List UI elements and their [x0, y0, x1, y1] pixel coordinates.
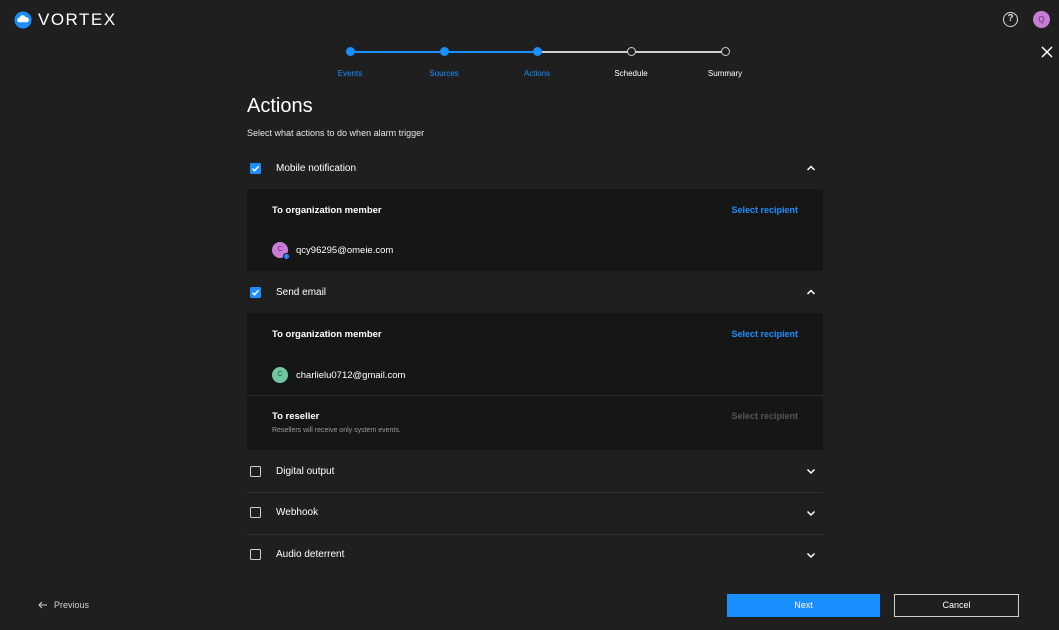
page-title: Actions [247, 95, 313, 117]
avatar: C [272, 242, 290, 260]
vortex-logo[interactable]: VORTEX [14, 10, 117, 30]
chevron-up-icon[interactable] [805, 162, 817, 174]
audio-deterrent-checkbox[interactable] [250, 549, 261, 560]
page-subtitle: Select what actions to do when alarm tri… [247, 128, 425, 138]
check-icon [251, 165, 260, 172]
audio-deterrent-header[interactable]: Audio deterrent [247, 534, 823, 574]
online-badge [283, 253, 290, 260]
send-email-panel: To organization member Select recipient … [247, 313, 823, 450]
select-reseller-link[interactable]: Select recipient [731, 411, 798, 421]
wizard-stepper: Events Sources Actions Schedule Summary [330, 44, 750, 84]
recipient-email: charlielu0712@gmail.com [296, 369, 406, 381]
webhook-label: Webhook [276, 507, 319, 518]
audio-deterrent-label: Audio deterrent [276, 549, 345, 560]
step-label-sources: Sources [429, 69, 459, 78]
select-recipient-link[interactable]: Select recipient [731, 205, 798, 215]
next-button[interactable]: Next [727, 594, 880, 617]
digital-output-checkbox[interactable] [250, 465, 261, 477]
divider [247, 395, 823, 396]
chevron-up-icon[interactable] [805, 286, 817, 298]
chevron-down-icon[interactable] [805, 465, 817, 477]
top-bar: VORTEX ? Q [0, 0, 1059, 38]
step-label-actions: Actions [523, 69, 551, 78]
previous-label: Previous [54, 600, 90, 610]
arrow-left-icon [38, 601, 47, 609]
close-icon[interactable] [1039, 44, 1055, 60]
reseller-note: Resellers will receive only system event… [272, 427, 401, 434]
step-dot-actions [533, 47, 542, 56]
step-dot-sources [440, 47, 449, 56]
step-dot-events [346, 47, 355, 56]
step-dot-summary [721, 47, 730, 56]
chevron-down-icon[interactable] [805, 549, 817, 561]
help-icon[interactable]: ? [1003, 12, 1018, 27]
step-label-schedule: Schedule [614, 69, 648, 78]
step-label-summary: Summary [707, 69, 743, 78]
webhook-header[interactable]: Webhook [247, 492, 823, 532]
select-recipient-link[interactable]: Select recipient [731, 329, 798, 339]
digital-output-label: Digital output [276, 465, 335, 477]
avatar: C [272, 367, 288, 383]
send-email-header[interactable]: Send email [247, 272, 823, 312]
chevron-down-icon[interactable] [805, 507, 817, 519]
recipient-email: qcy96295@omeie.com [296, 244, 394, 256]
digital-output-header[interactable]: Digital output [247, 451, 823, 491]
mobile-notification-header[interactable]: Mobile notification [247, 148, 823, 188]
send-email-label: Send email [276, 286, 327, 298]
logo-text: VORTEX [38, 10, 117, 29]
webhook-checkbox[interactable] [250, 507, 261, 518]
recipient-item: C charlielu0712@gmail.com [272, 367, 405, 383]
mobile-notification-checkbox[interactable] [250, 162, 261, 174]
group-title: To organization member [272, 205, 382, 216]
mobile-notification-panel: To organization member Select recipient … [247, 189, 823, 271]
cancel-button[interactable]: Cancel [894, 594, 1019, 617]
previous-button[interactable]: Previous [38, 600, 89, 610]
group-title: To organization member [272, 329, 382, 340]
step-dot-schedule [627, 47, 636, 56]
mobile-notification-label: Mobile notification [276, 162, 357, 174]
logo-cloud-icon [14, 11, 32, 29]
reseller-title: To reseller [272, 411, 320, 422]
check-icon [251, 289, 260, 296]
user-avatar[interactable]: Q [1033, 11, 1050, 28]
step-label-events: Events [337, 69, 363, 78]
recipient-item: C qcy96295@omeie.com [272, 242, 394, 260]
send-email-checkbox[interactable] [250, 286, 261, 298]
